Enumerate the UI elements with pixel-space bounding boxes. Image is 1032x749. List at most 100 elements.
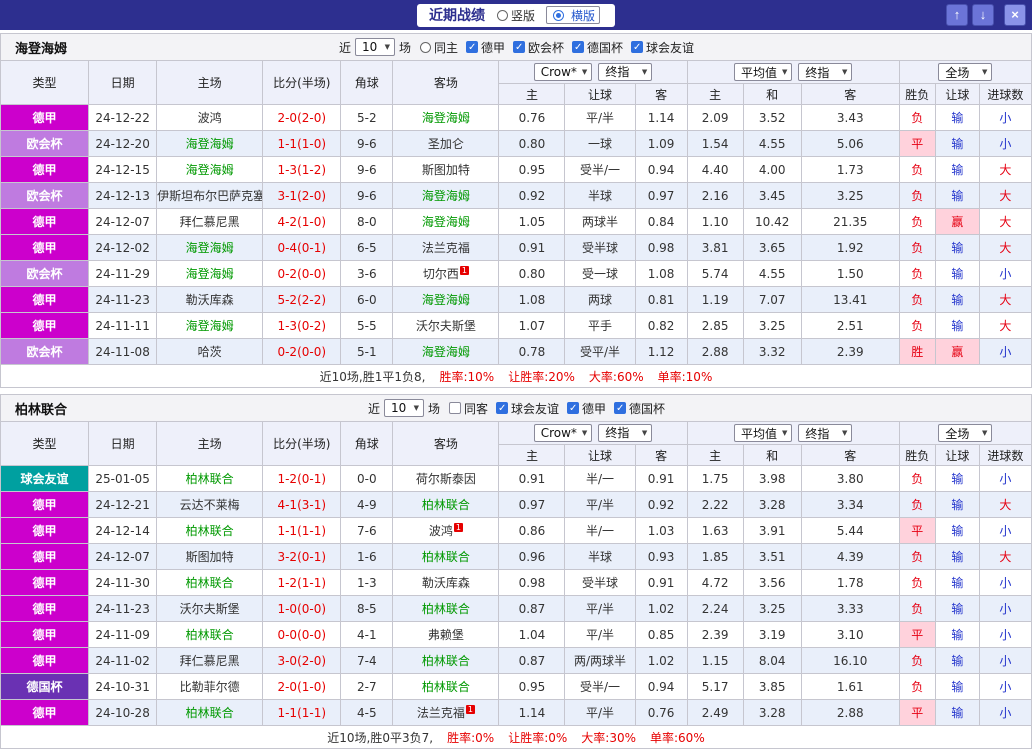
same-away-label[interactable]: 同客 (464, 400, 488, 417)
team-name-link[interactable]: 沃尔夫斯堡 (180, 602, 240, 616)
recent-count-select[interactable]: 10 ▼ (354, 38, 395, 56)
league-label[interactable]: 球会友谊 (511, 400, 559, 417)
same-away-filter[interactable]: 同客 (448, 400, 488, 417)
league-checkbox[interactable] (513, 41, 525, 53)
team-name-link[interactable]: 弗赖堡 (428, 628, 464, 642)
odds-stage-select[interactable]: 终指 ▼ (598, 423, 653, 442)
league-label[interactable]: 欧会杯 (528, 39, 564, 56)
team-name-link[interactable]: 柏林联合 (422, 654, 470, 668)
team-name-link[interactable]: 海登海姆 (422, 345, 470, 359)
team-name-link[interactable]: 哈茨 (198, 345, 222, 359)
vertical-radio-label[interactable]: 竖版 (511, 7, 535, 24)
close-button[interactable]: × (1004, 4, 1026, 26)
team-name-link[interactable]: 柏林联合 (186, 524, 234, 538)
league-filter-bundesliga[interactable]: 德甲 (465, 39, 505, 56)
league-checkbox[interactable] (465, 41, 478, 53)
team-name-link[interactable]: 柏林联合 (186, 706, 234, 720)
team-name-link[interactable]: 海登海姆 (422, 293, 470, 307)
league-filter-bundesliga[interactable]: 德甲 (567, 400, 606, 417)
team-name-link[interactable]: 法兰克福 (417, 706, 465, 720)
near-label: 近 (367, 401, 380, 416)
team-name-link[interactable]: 柏林联合 (422, 498, 470, 512)
horizontal-radio-label[interactable]: 横版 (571, 7, 595, 24)
league-checkbox[interactable] (496, 402, 508, 414)
team-name-link[interactable]: 柏林联合 (186, 576, 234, 590)
odds-line: 半/一 (564, 465, 636, 492)
league-filter-conference[interactable]: 欧会杯 (513, 39, 564, 56)
league-filter-friendly[interactable]: 球会友谊 (631, 39, 694, 56)
league-checkbox[interactable] (614, 402, 627, 414)
league-checkbox[interactable] (631, 41, 644, 53)
score-cell: 1-1(1-1) (262, 699, 342, 726)
team-name-link[interactable]: 波鸿 (198, 111, 222, 125)
team-name-link[interactable]: 勒沃库森 (186, 293, 234, 307)
average-select[interactable]: 平均值 ▼ (734, 63, 793, 81)
league-checkbox[interactable] (567, 402, 580, 414)
team-name-link[interactable]: 海登海姆 (186, 163, 234, 177)
league-label[interactable]: 德国杯 (587, 39, 623, 56)
team-name-link[interactable]: 比勒菲尔德 (180, 680, 240, 694)
scroll-up-button[interactable]: ↑ (946, 4, 968, 26)
league-filter-pokal[interactable]: 德国杯 (614, 400, 665, 417)
league-label[interactable]: 德甲 (582, 400, 606, 417)
vertical-radio[interactable] (496, 9, 508, 21)
type-cell: 欧会杯 (0, 260, 90, 287)
scope-select[interactable]: 全场 ▼ (938, 424, 993, 442)
team-name-link[interactable]: 海登海姆 (186, 319, 234, 333)
team-name-link[interactable]: 斯图加特 (422, 163, 470, 177)
col-header-result-goals: 进球数 (978, 444, 1032, 466)
bookmaker-select[interactable]: Crow* ▼ (533, 424, 593, 443)
team-name-link[interactable]: 沃尔夫斯堡 (416, 319, 476, 333)
odds-home: 0.87 (498, 595, 566, 622)
team-name-link[interactable]: 云达不莱梅 (180, 498, 240, 512)
team-name-link[interactable]: 拜仁慕尼黑 (180, 215, 240, 229)
team-name-link[interactable]: 海登海姆 (422, 189, 470, 203)
avg-stage-select[interactable]: 终指 ▼ (798, 63, 853, 81)
team-name-link[interactable]: 海登海姆 (422, 111, 470, 125)
odds-stage-select-value: 终指 (605, 426, 630, 441)
team-name-link[interactable]: 海登海姆 (186, 241, 234, 255)
match-row: 德甲 24-10-28 柏林联合 1-1(1-1) 4-5 法兰克福 1 1.14 平/半 0.7… (0, 699, 1032, 726)
team-name-link[interactable]: 法兰克福 (422, 241, 470, 255)
team-name-heading: 海登海姆 (15, 41, 68, 57)
league-label[interactable]: 德甲 (481, 39, 505, 56)
team-name-link[interactable]: 圣加仑 (428, 137, 464, 151)
scroll-down-button[interactable]: ↓ (972, 4, 994, 26)
league-filter-friendly[interactable]: 球会友谊 (496, 400, 559, 417)
bookmaker-select[interactable]: Crow* ▼ (533, 63, 593, 82)
team-name-link[interactable]: 波鸿 (429, 524, 453, 538)
team-name-link[interactable]: 柏林联合 (186, 628, 234, 642)
average-select[interactable]: 平均值 ▼ (734, 424, 793, 442)
same-home-filter[interactable]: 同主 (419, 39, 458, 56)
league-filter-pokal[interactable]: 德国杯 (572, 39, 623, 56)
score-cell: 5-2(2-2) (262, 286, 342, 313)
league-checkbox[interactable] (572, 41, 585, 53)
team-name-link[interactable]: 柏林联合 (186, 472, 234, 486)
same-home-label[interactable]: 同主 (434, 39, 458, 56)
team-name-link[interactable]: 斯图加特 (186, 550, 234, 564)
team-name-link[interactable]: 海登海姆 (422, 215, 470, 229)
same-home-radio[interactable] (419, 41, 431, 53)
team-name-link[interactable]: 柏林联合 (422, 550, 470, 564)
team-name-link[interactable]: 勒沃库森 (422, 576, 470, 590)
view-option-vertical[interactable]: 竖版 (496, 7, 535, 24)
team-name-link[interactable]: 伊斯坦布尔巴萨克塞尔 (158, 189, 262, 203)
recent-count-select[interactable]: 10 ▼ (383, 399, 424, 417)
avg-stage-select[interactable]: 终指 ▼ (798, 424, 853, 442)
league-label[interactable]: 球会友谊 (646, 39, 694, 56)
league-label[interactable]: 德国杯 (629, 400, 665, 417)
team-name-link[interactable]: 海登海姆 (186, 137, 234, 151)
horizontal-radio[interactable] (553, 9, 565, 21)
team-name-link[interactable]: 柏林联合 (422, 602, 470, 616)
same-away-checkbox[interactable] (448, 402, 461, 414)
type-cell: 德甲 (0, 104, 90, 131)
team-name-link[interactable]: 切尔西 (423, 267, 459, 281)
team-name-link[interactable]: 柏林联合 (422, 680, 470, 694)
scope-select[interactable]: 全场 ▼ (938, 63, 993, 81)
team-name-link[interactable]: 荷尔斯泰因 (416, 472, 476, 486)
summary-stat: 大率:30% (581, 730, 636, 745)
view-option-horizontal[interactable]: 横版 (546, 6, 601, 24)
odds-stage-select[interactable]: 终指 ▼ (598, 62, 653, 81)
team-name-link[interactable]: 拜仁慕尼黑 (180, 654, 240, 668)
team-name-link[interactable]: 海登海姆 (186, 267, 234, 281)
